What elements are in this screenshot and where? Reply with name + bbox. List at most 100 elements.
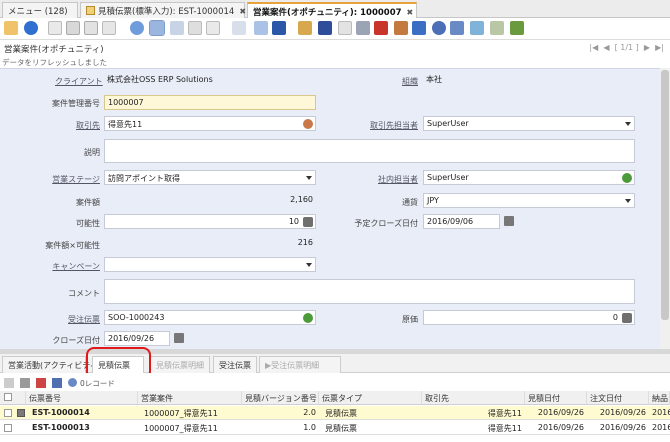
tab-activities[interactable]: 営業活動(アクティビティ) — [2, 356, 101, 373]
column-header[interactable]: 営業案件 — [138, 391, 242, 405]
request-icon[interactable] — [394, 21, 408, 35]
arrow-up-icon[interactable] — [254, 21, 268, 35]
go-arrow-icon[interactable] — [622, 173, 632, 183]
comments-textarea[interactable] — [104, 279, 635, 304]
column-header[interactable]: 注文日付 — [587, 391, 649, 405]
copy-record-icon[interactable] — [66, 21, 80, 35]
arrow-down-icon[interactable] — [272, 21, 286, 35]
sales-rep-label[interactable]: 社内担当者 — [360, 174, 418, 185]
lock-icon[interactable] — [4, 21, 18, 35]
bp-contact-select[interactable]: SuperUser — [423, 116, 635, 131]
column-header[interactable]: 見積バージョン番号 — [242, 391, 319, 405]
report-icon[interactable] — [298, 21, 312, 35]
send-mail-icon[interactable] — [470, 21, 484, 35]
refresh-icon[interactable] — [130, 21, 144, 35]
record-navigator: |◀ ◀ [ 1/1 ] ▶ ▶| — [589, 43, 664, 52]
currency-select[interactable]: JPY — [423, 193, 635, 208]
help-icon[interactable] — [24, 21, 38, 35]
history-icon[interactable] — [232, 21, 246, 35]
gear-icon[interactable] — [432, 21, 446, 35]
gear-icon[interactable] — [68, 378, 77, 387]
last-record-icon[interactable]: ▶| — [655, 43, 664, 52]
bpartner-field[interactable]: 得意先11 — [104, 116, 316, 131]
save-row-icon[interactable] — [52, 378, 62, 388]
checkbox[interactable] — [4, 424, 12, 432]
checkbox[interactable] — [4, 393, 12, 401]
close-icon[interactable]: ✖ — [239, 7, 246, 16]
grid-toolbar: 0レコード — [0, 373, 670, 391]
previous-record-icon[interactable]: ◀ — [603, 43, 609, 52]
column-header[interactable]: 伝票番号 — [26, 391, 138, 405]
workflow-icon[interactable] — [374, 21, 388, 35]
form-scrollbar[interactable] — [660, 68, 670, 349]
sales-stage-select[interactable]: 訪問アポイント取得 — [104, 170, 316, 185]
close-icon[interactable]: ✖ — [407, 8, 414, 17]
table-row[interactable]: EST-1000013 1000007_得意先11 1.0 見積伝票 得意先11… — [0, 421, 670, 435]
sales-rep-field[interactable]: SuperUser — [423, 170, 635, 185]
tab-menu[interactable]: メニュー (128) — [2, 2, 78, 18]
bp-contact-label[interactable]: 取引先担当者 — [355, 120, 418, 131]
close-date-field[interactable]: 2016/09/26 — [104, 331, 170, 346]
print-icon[interactable] — [338, 21, 352, 35]
person-icon[interactable] — [303, 119, 313, 129]
find-icon[interactable] — [149, 20, 165, 36]
description-textarea[interactable] — [104, 139, 635, 163]
sales-stage-label[interactable]: 営業ステージ — [40, 174, 100, 185]
go-arrow-icon[interactable] — [303, 313, 313, 323]
campaign-label[interactable]: キャンペーン — [40, 261, 100, 272]
tab-sales-order-lines[interactable]: ▶受注伝票明細 — [259, 356, 341, 373]
zoom-across-icon[interactable] — [356, 21, 370, 35]
order-field[interactable]: SOO-1000243 — [104, 310, 316, 325]
column-header[interactable]: 納品 — [649, 391, 670, 405]
edit-icon[interactable] — [20, 378, 30, 388]
case-number-field[interactable]: 1000007 — [104, 95, 316, 110]
archive-icon[interactable] — [318, 21, 332, 35]
table-row[interactable]: EST-1000014 1000007_得意先11 2.0 見積伝票 得意先11… — [0, 406, 670, 420]
new-record-icon[interactable] — [48, 21, 62, 35]
chevron-down-icon[interactable] — [625, 199, 631, 203]
chevron-down-icon[interactable] — [306, 176, 312, 180]
client-label[interactable]: クライアント — [55, 76, 103, 87]
record-position: [ 1/1 ] — [614, 43, 639, 52]
next-record-icon[interactable]: ▶ — [644, 43, 650, 52]
new-row-icon[interactable] — [4, 378, 14, 388]
first-record-icon[interactable]: |◀ — [589, 43, 598, 52]
page-title: 営業案件(オポチュニティ) — [4, 45, 104, 55]
chat-icon[interactable] — [188, 21, 202, 35]
quotation-grid: 伝票番号 営業案件 見積バージョン番号 伝票タイプ 取引先 見積日付 注文日付 … — [0, 391, 670, 442]
column-header[interactable]: 取引先 — [422, 391, 525, 405]
exit-icon[interactable] — [510, 21, 524, 35]
calculator-icon[interactable] — [303, 217, 313, 227]
grid-cell: 得意先11 — [487, 409, 522, 418]
post-it-icon[interactable] — [490, 21, 504, 35]
export-icon[interactable] — [450, 21, 464, 35]
grid-toggle-icon[interactable] — [206, 21, 220, 35]
expected-close-field[interactable]: 2016/09/06 — [423, 214, 500, 229]
order-label[interactable]: 受注伝票 — [55, 314, 100, 325]
campaign-select[interactable] — [104, 257, 316, 272]
column-header[interactable]: 見積日付 — [525, 391, 587, 405]
column-header[interactable]: 伝票タイプ — [319, 391, 422, 405]
tab-sales-order[interactable]: 受注伝票 — [213, 356, 257, 373]
cost-field[interactable]: 0 — [423, 310, 635, 325]
calculator-icon[interactable] — [622, 313, 632, 323]
edit-row-icon[interactable] — [17, 409, 25, 417]
delete-icon[interactable] — [102, 21, 116, 35]
attachment-icon[interactable] — [170, 21, 184, 35]
chevron-down-icon[interactable] — [625, 122, 631, 126]
chevron-down-icon[interactable] — [306, 263, 312, 267]
scrollbar-thumb[interactable] — [661, 70, 669, 320]
tab-quotation-lines[interactable]: 見積伝票明細 — [150, 356, 210, 373]
calendar-icon[interactable] — [174, 333, 184, 343]
delete-row-icon[interactable] — [36, 378, 46, 388]
calendar-icon[interactable] — [504, 216, 514, 226]
tab-opportunity[interactable]: 営業案件(オポチュニティ): 1000007 ✖ — [247, 2, 417, 18]
checkbox[interactable] — [4, 409, 12, 417]
save-icon[interactable] — [84, 21, 98, 35]
tab-quotation[interactable]: 見積伝票(標準入力): EST-1000014 ✖ — [80, 2, 246, 18]
probability-field[interactable]: 10 — [104, 214, 316, 229]
select-all-header[interactable] — [0, 391, 26, 405]
product-info-icon[interactable] — [412, 21, 426, 35]
bpartner-label[interactable]: 取引先 — [55, 120, 100, 131]
org-label[interactable]: 組織 — [370, 76, 418, 87]
